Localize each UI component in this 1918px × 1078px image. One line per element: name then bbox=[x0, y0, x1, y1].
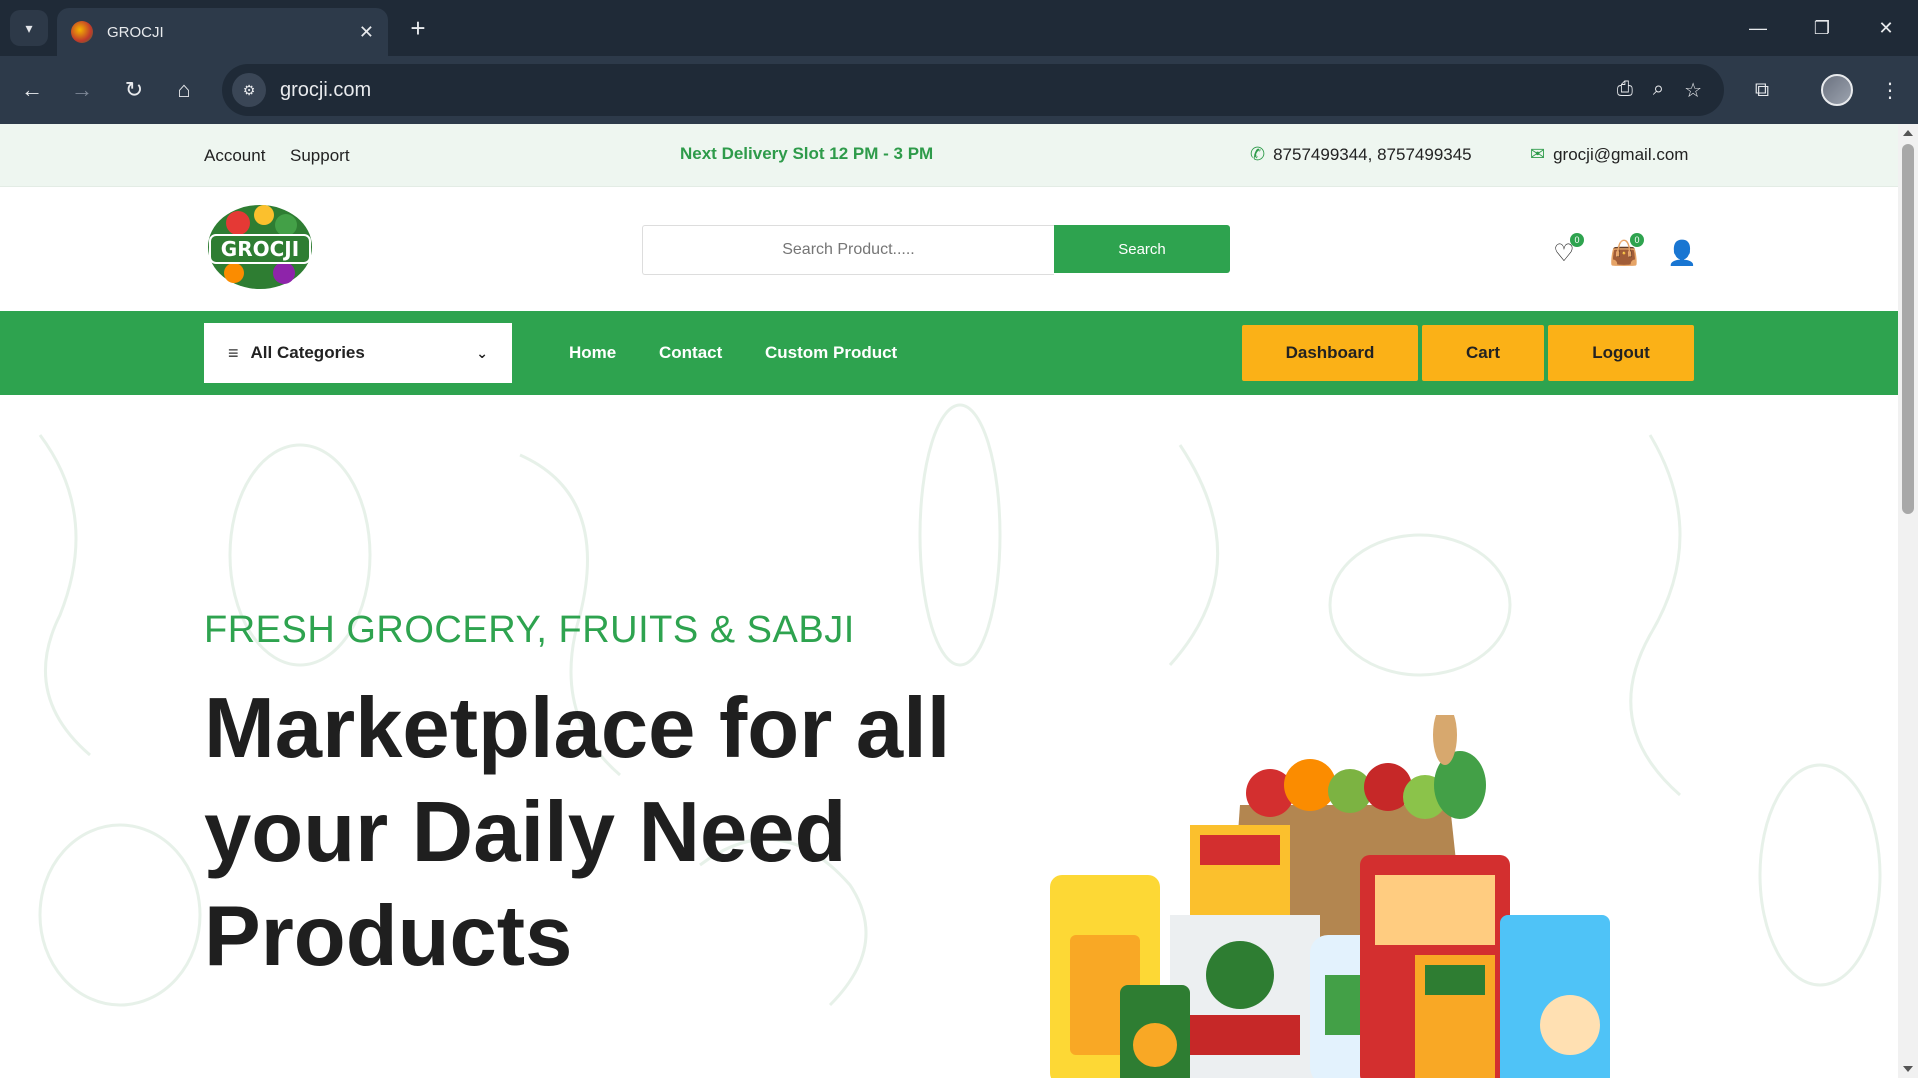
user-account-icon[interactable]: 👤 bbox=[1667, 239, 1697, 267]
page-scrollbar[interactable] bbox=[1898, 124, 1918, 1078]
scrollbar-thumb[interactable] bbox=[1902, 144, 1914, 514]
email-contact: ✉ grocji@gmail.com bbox=[1530, 144, 1688, 165]
reload-icon[interactable]: ↻ bbox=[114, 70, 154, 110]
restore-icon[interactable]: ❐ bbox=[1800, 10, 1844, 46]
new-tab-button[interactable]: + bbox=[402, 12, 434, 44]
zoom-icon[interactable]: ⌕ bbox=[1653, 78, 1664, 103]
chevron-down-icon: ⌄ bbox=[476, 344, 488, 361]
delivery-slot-text: Next Delivery Slot 12 PM - 3 PM bbox=[680, 144, 934, 163]
grocery-products-image bbox=[1050, 715, 1610, 1078]
minimize-icon[interactable]: — bbox=[1736, 10, 1780, 46]
profile-avatar[interactable] bbox=[1821, 74, 1853, 106]
menu-icon: ≡ bbox=[228, 342, 239, 363]
back-icon[interactable]: ← bbox=[12, 70, 52, 110]
phone-icon: ✆ bbox=[1250, 144, 1266, 164]
close-window-icon[interactable]: ✕ bbox=[1864, 10, 1908, 46]
forward-icon[interactable]: → bbox=[62, 70, 102, 110]
url-text[interactable]: grocji.com bbox=[280, 79, 1617, 102]
logo-text: GROCJI bbox=[221, 237, 299, 261]
close-tab-icon[interactable]: ✕ bbox=[359, 22, 374, 43]
hero-kicker: FRESH GROCERY, FRUITS & SABJI bbox=[204, 609, 855, 651]
hero-banner: FRESH GROCERY, FRUITS & SABJI Marketplac… bbox=[0, 395, 1898, 1078]
home-icon[interactable]: ⌂ bbox=[164, 70, 204, 110]
search-button[interactable]: Search bbox=[1054, 225, 1230, 273]
install-app-icon[interactable]: ⎙ bbox=[1617, 78, 1633, 103]
tab-search-button[interactable]: ▾ bbox=[10, 10, 48, 46]
grocji-logo[interactable]: GROCJI bbox=[204, 201, 316, 293]
wishlist-icon[interactable]: ♡ 0 bbox=[1550, 233, 1584, 267]
hero-headline: Marketplace for all your Daily Need Prod… bbox=[204, 681, 951, 984]
cart-button[interactable]: Cart bbox=[1422, 325, 1544, 381]
phone-numbers: 8757499344, 8757499345 bbox=[1273, 144, 1472, 164]
bookmark-star-icon[interactable]: ☆ bbox=[1684, 78, 1702, 103]
favicon-icon bbox=[71, 21, 93, 43]
search-input[interactable] bbox=[642, 225, 1054, 275]
phone-contact: ✆ 8757499344, 8757499345 bbox=[1250, 144, 1472, 165]
categories-label: All Categories bbox=[250, 343, 365, 362]
mail-icon: ✉ bbox=[1530, 144, 1546, 164]
dashboard-button[interactable]: Dashboard bbox=[1242, 325, 1418, 381]
wishlist-count-badge: 0 bbox=[1570, 233, 1584, 247]
logout-button[interactable]: Logout bbox=[1548, 325, 1694, 381]
scroll-down-icon[interactable] bbox=[1903, 1066, 1913, 1072]
site-info-icon[interactable]: ⚙ bbox=[232, 73, 266, 107]
webpage: Account Support Next Delivery Slot 12 PM… bbox=[0, 124, 1898, 1078]
address-bar[interactable]: ⚙ grocji.com ⎙ ⌕ ☆ bbox=[222, 64, 1724, 116]
main-nav: ≡ All Categories ⌄ Home Contact Custom P… bbox=[0, 311, 1898, 395]
cart-count-badge: 0 bbox=[1630, 233, 1644, 247]
site-header: GROCJI Search ♡ 0 👜 0 👤 bbox=[0, 187, 1898, 311]
scroll-up-icon[interactable] bbox=[1903, 130, 1913, 136]
nav-contact[interactable]: Contact bbox=[659, 343, 722, 363]
nav-custom-product[interactable]: Custom Product bbox=[765, 343, 897, 363]
cart-bag-icon[interactable]: 👜 0 bbox=[1609, 233, 1644, 267]
support-link[interactable]: Support bbox=[290, 146, 350, 166]
browser-menu-icon[interactable]: ⋮ bbox=[1870, 70, 1910, 110]
account-link[interactable]: Account bbox=[204, 146, 265, 166]
browser-tabbar: ▾ GROCJI ✕ + — ❐ ✕ bbox=[0, 0, 1918, 56]
all-categories-dropdown[interactable]: ≡ All Categories ⌄ bbox=[204, 323, 512, 383]
browser-toolbar: ← → ↻ ⌂ ⚙ grocji.com ⎙ ⌕ ☆ ⧉ ⋮ bbox=[0, 56, 1918, 124]
tab-title: GROCJI bbox=[107, 23, 164, 41]
extensions-icon[interactable]: ⧉ bbox=[1742, 70, 1782, 110]
top-info-bar: Account Support Next Delivery Slot 12 PM… bbox=[0, 124, 1898, 187]
email-address: grocji@gmail.com bbox=[1553, 144, 1689, 164]
browser-tab[interactable]: GROCJI ✕ bbox=[57, 8, 388, 56]
nav-home[interactable]: Home bbox=[569, 343, 616, 363]
